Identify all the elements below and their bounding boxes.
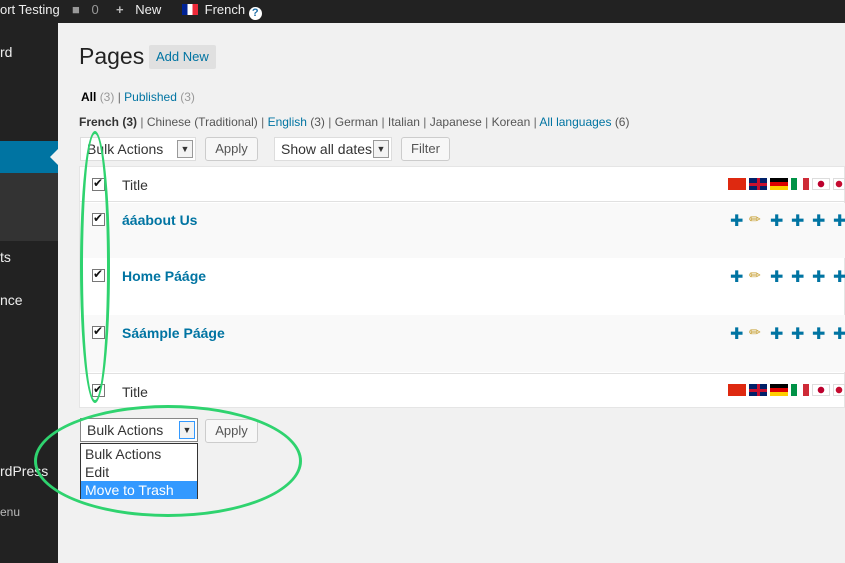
- japan-flag-icon: [812, 178, 830, 190]
- page-title-link[interactable]: Sáámple Pááge: [122, 325, 225, 341]
- lang-japanese[interactable]: Japanese: [430, 115, 482, 129]
- germany-flag-icon: [770, 384, 788, 396]
- comments-count: 0: [91, 2, 99, 17]
- sidebar-item-pages-active[interactable]: [0, 141, 58, 173]
- add-translation-icon[interactable]: ✚: [812, 211, 825, 231]
- sidebar-item-comments[interactable]: ts: [0, 249, 11, 265]
- sidebar-submenu: [0, 173, 58, 241]
- pencil-icon[interactable]: ✏: [749, 211, 761, 228]
- add-translation-icon[interactable]: ✚: [833, 324, 845, 344]
- japan-flag-icon: [812, 384, 830, 396]
- add-translation-icon[interactable]: ✚: [791, 267, 804, 287]
- sidebar-collapse-menu[interactable]: enu: [0, 505, 20, 519]
- add-translation-icon[interactable]: ✚: [833, 211, 845, 231]
- lang-english-count: (3): [310, 115, 325, 129]
- lang-french[interactable]: French: [79, 115, 119, 129]
- language-filter: French (3) | Chinese (Traditional) | Eng…: [79, 115, 630, 129]
- add-translation-icon[interactable]: ✚: [730, 324, 743, 344]
- dates-value: Show all dates: [281, 141, 373, 157]
- korea-flag-icon: [833, 384, 845, 396]
- add-translation-icon[interactable]: ✚: [770, 211, 783, 231]
- china-flag-icon: [728, 384, 746, 396]
- korea-flag-icon: [833, 178, 845, 190]
- lang-all[interactable]: All languages: [539, 115, 611, 129]
- china-flag-icon: [728, 178, 746, 190]
- add-translation-icon[interactable]: ✚: [833, 267, 845, 287]
- table-header: Title: [80, 167, 845, 202]
- admin-bar: ort Testing ■ 0 + New French ?: [0, 0, 845, 23]
- comment-icon: ■: [72, 2, 80, 17]
- view-published[interactable]: Published: [124, 90, 177, 104]
- lang-all-count: (6): [614, 115, 630, 129]
- title-column-header[interactable]: Title: [122, 177, 148, 193]
- table-row: Sáámple Pááge ✚ ✏ ✚ ✚ ✚ ✚: [80, 315, 845, 372]
- chevron-down-icon: ▼: [177, 140, 193, 158]
- pencil-icon[interactable]: ✏: [749, 324, 761, 341]
- lang-english[interactable]: English: [268, 115, 307, 129]
- add-translation-icon[interactable]: ✚: [730, 211, 743, 231]
- add-new-button[interactable]: Add New: [149, 45, 216, 69]
- lang-french-count: (3): [122, 115, 138, 129]
- view-all-count: (3): [99, 90, 115, 104]
- title-column-footer[interactable]: Title: [122, 384, 148, 400]
- page-title: Pages: [79, 43, 145, 69]
- plus-icon: +: [116, 2, 124, 17]
- view-published-count: (3): [180, 90, 195, 104]
- new-content-link[interactable]: + New: [116, 0, 161, 23]
- dates-select[interactable]: Show all dates ▼: [274, 137, 392, 161]
- add-translation-icon[interactable]: ✚: [770, 267, 783, 287]
- pencil-icon[interactable]: ✏: [749, 267, 761, 284]
- uk-flag-icon: [749, 178, 767, 190]
- page-title-link[interactable]: ááabout Us: [122, 212, 197, 228]
- table-row: ááabout Us ✚ ✏ ✚ ✚ ✚ ✚: [80, 203, 845, 258]
- filter-button[interactable]: Filter: [401, 137, 450, 161]
- language-switcher[interactable]: French ?: [182, 0, 262, 23]
- new-label: New: [135, 2, 162, 17]
- site-name-link[interactable]: ort Testing: [0, 0, 60, 23]
- apply-button-top[interactable]: Apply: [205, 137, 258, 161]
- pages-table: Title ááabout Us ✚ ✏ ✚ ✚ ✚ ✚: [79, 166, 845, 408]
- lang-korean[interactable]: Korean: [492, 115, 531, 129]
- lang-german[interactable]: German: [335, 115, 378, 129]
- add-translation-icon[interactable]: ✚: [770, 324, 783, 344]
- france-flag-icon: [182, 4, 198, 15]
- add-translation-icon[interactable]: ✚: [812, 324, 825, 344]
- chevron-down-icon: ▼: [373, 140, 389, 158]
- uk-flag-icon: [749, 384, 767, 396]
- sidebar-item-appearance[interactable]: nce: [0, 292, 23, 308]
- add-translation-icon[interactable]: ✚: [791, 324, 804, 344]
- annotation-ellipse-checkboxes: [80, 131, 110, 403]
- lang-italian[interactable]: Italian: [388, 115, 420, 129]
- table-row: Home Pááge ✚ ✏ ✚ ✚ ✚ ✚: [80, 258, 845, 315]
- comments-link[interactable]: ■ 0: [72, 0, 99, 23]
- add-translation-icon[interactable]: ✚: [730, 267, 743, 287]
- annotation-ellipse-bulk-actions: [34, 405, 302, 517]
- help-icon[interactable]: ?: [248, 7, 262, 20]
- germany-flag-icon: [770, 178, 788, 190]
- view-all[interactable]: All: [81, 90, 96, 104]
- italy-flag-icon: [791, 384, 809, 396]
- status-views: All (3) | Published (3): [81, 90, 195, 104]
- page-title-link[interactable]: Home Pááge: [122, 268, 206, 284]
- add-translation-icon[interactable]: ✚: [791, 211, 804, 231]
- italy-flag-icon: [791, 178, 809, 190]
- table-footer: Title: [80, 373, 845, 408]
- add-translation-icon[interactable]: ✚: [812, 267, 825, 287]
- lang-chinese[interactable]: Chinese (Traditional): [147, 115, 258, 129]
- language-label: French: [204, 2, 246, 17]
- sidebar-item-dashboard[interactable]: rd: [0, 44, 12, 60]
